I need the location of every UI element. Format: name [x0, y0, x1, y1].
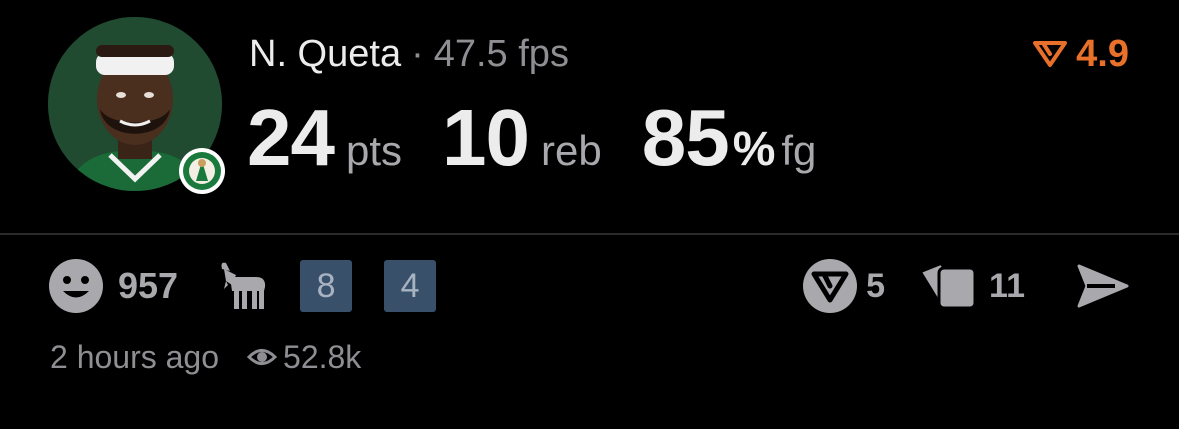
like-count[interactable]: 957 [118, 265, 178, 307]
fg-pct-value: 85 [641, 93, 730, 182]
fps-score: 47.5 fps [433, 33, 569, 75]
percent-sign: % [732, 123, 776, 176]
separator-dot: · [411, 33, 424, 75]
comment-count[interactable]: 5 [866, 267, 885, 306]
rebounds-value: 10 [442, 93, 530, 182]
timestamp: 2 hours ago [50, 338, 220, 375]
player-header: N. Queta · 47.5 fps [249, 30, 569, 78]
cards-icon[interactable] [915, 258, 981, 314]
goat-icon[interactable] [216, 259, 270, 313]
tag-box-8[interactable]: 8 [300, 260, 353, 312]
smiley-icon[interactable] [48, 258, 104, 314]
rating-icon [1032, 40, 1068, 68]
action-bar: 5 11 [802, 258, 1131, 314]
celtics-logo-icon [179, 148, 225, 194]
points-value: 24 [247, 93, 335, 182]
divider [0, 233, 1179, 235]
rating-value: 4.9 [1076, 32, 1129, 75]
reaction-bar: 957 8 4 [48, 258, 437, 314]
tag-box-4[interactable]: 4 [384, 260, 437, 312]
rating[interactable]: 4.9 [1032, 30, 1129, 78]
cards-count[interactable]: 11 [989, 267, 1025, 306]
fg-unit: fg [781, 127, 817, 174]
stat-line: 24 pts 10 reb 85 % fg [247, 92, 817, 182]
view-count: 52.8k [283, 338, 362, 375]
post-meta: 2 hours ago 52.8k [50, 335, 361, 379]
comment-icon[interactable] [802, 258, 858, 314]
share-icon[interactable] [1075, 262, 1131, 310]
eye-icon [247, 346, 278, 368]
points-unit: pts [345, 127, 403, 174]
rebounds-unit: reb [541, 127, 602, 174]
team-logo [178, 147, 226, 195]
player-name[interactable]: N. Queta [249, 33, 401, 75]
